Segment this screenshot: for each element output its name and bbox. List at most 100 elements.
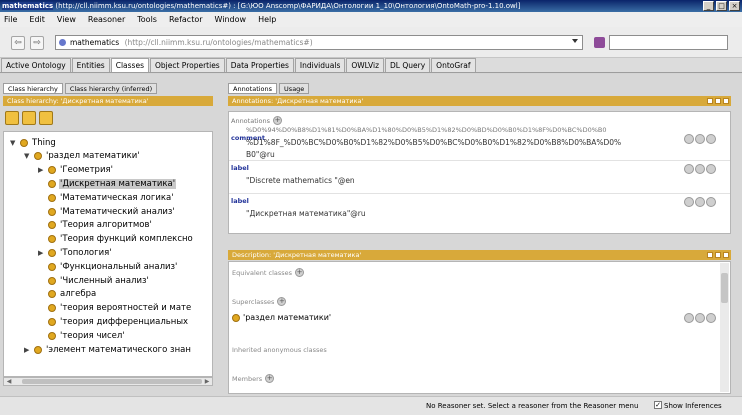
menu-reasoner[interactable]: Reasoner: [88, 15, 125, 24]
annotation-edit-icon[interactable]: [695, 134, 705, 144]
menu-file[interactable]: File: [4, 15, 17, 24]
scroll-thumb[interactable]: [22, 379, 202, 384]
tab-data-properties[interactable]: Data Properties: [225, 58, 294, 72]
menu-tools[interactable]: Tools: [137, 15, 157, 24]
menu-edit[interactable]: Edit: [29, 15, 45, 24]
tab-class-hierarchy[interactable]: Class hierarchy: [3, 83, 63, 94]
annotation-info-icon[interactable]: [684, 164, 694, 174]
annotation-edit-icon[interactable]: [695, 197, 705, 207]
superclass-edit-icon[interactable]: [695, 313, 705, 323]
search-input[interactable]: [609, 35, 728, 50]
tree-item[interactable]: ▼ 'раздел математики': [24, 150, 141, 163]
tree-item[interactable]: 'Численный анализ': [38, 274, 150, 287]
tab-ontograf[interactable]: OntoGraf: [431, 58, 476, 72]
add-superclass-icon[interactable]: +: [277, 297, 287, 306]
view-close-icon[interactable]: [723, 98, 729, 104]
annotation-info-icon[interactable]: [684, 134, 694, 144]
tree-item[interactable]: 'Математическая логика': [38, 191, 175, 204]
tree-item[interactable]: 'теория чисел': [38, 329, 126, 342]
tab-classes[interactable]: Classes: [110, 58, 149, 72]
tab-active-ontology[interactable]: Active Ontology: [1, 58, 71, 72]
tree-item[interactable]: алгебра: [38, 288, 97, 301]
tree-item[interactable]: ▶ 'Топология': [38, 246, 113, 259]
back-arrow-icon[interactable]: ⇦: [11, 36, 25, 50]
navigation-bar: ⇦ ⇨ mathematics (http://cll.niimm.ksu.ru…: [0, 27, 742, 58]
superclass-info-icon[interactable]: [684, 313, 694, 323]
superclasses-section: Superclasses +: [232, 297, 287, 306]
ontology-selector[interactable]: mathematics (http://cll.niimm.ksu.ru/ont…: [55, 35, 583, 50]
add-member-icon[interactable]: +: [265, 374, 275, 383]
add-equivalent-class-icon[interactable]: +: [295, 268, 305, 277]
tree-horizontal-scrollbar[interactable]: ◀ ▶: [3, 377, 213, 386]
annotation-edit-icon[interactable]: [695, 164, 705, 174]
view-maximize-icon[interactable]: [715, 98, 721, 104]
tab-owlviz[interactable]: OWLViz: [346, 58, 385, 72]
tree-item[interactable]: 'теория дифференциальных: [38, 315, 189, 328]
annotations-view-bar: Annotations: 'Дискретная математика': [228, 96, 731, 106]
collapsed-toggle-icon[interactable]: ▶: [38, 249, 46, 257]
tree-item-label: 'теория вероятностей и мате: [60, 303, 192, 314]
superclass-item[interactable]: 'раздел математики': [232, 313, 331, 322]
expanded-toggle-icon[interactable]: ▼: [24, 152, 32, 160]
tab-object-properties[interactable]: Object Properties: [150, 58, 225, 72]
view-close-icon[interactable]: [723, 252, 729, 258]
close-button[interactable]: ×: [729, 1, 740, 11]
add-subclass-icon[interactable]: [5, 111, 19, 125]
view-options-icon[interactable]: [707, 252, 713, 258]
add-annotation-icon[interactable]: +: [273, 116, 283, 125]
view-options-icon[interactable]: [707, 98, 713, 104]
description-view-bar: Description: 'Дискретная математика': [228, 250, 731, 260]
tab-annotations[interactable]: Annotations: [228, 83, 278, 94]
tab-usage[interactable]: Usage: [279, 83, 310, 94]
delete-class-icon[interactable]: [39, 111, 53, 125]
reasoner-status: No Reasoner set. Select a reasoner from …: [426, 402, 639, 410]
superclass-delete-icon[interactable]: [706, 313, 716, 323]
tree-item-label: Thing: [32, 137, 56, 148]
tab-entities[interactable]: Entities: [71, 58, 110, 72]
search-icon[interactable]: [594, 37, 605, 48]
tab-individuals[interactable]: Individuals: [294, 58, 346, 72]
class-icon: [48, 262, 56, 271]
description-vertical-scrollbar[interactable]: [720, 263, 729, 392]
tab-dl-query[interactable]: DL Query: [385, 58, 431, 72]
tree-item-label: 'Топология': [60, 247, 112, 258]
tree-item[interactable]: 'Дискретная математика': [38, 177, 177, 190]
annotation-delete-icon[interactable]: [706, 134, 716, 144]
collapsed-toggle-icon[interactable]: ▶: [24, 346, 32, 354]
collapsed-toggle-icon[interactable]: ▶: [38, 166, 46, 174]
annotation-info-icon[interactable]: [684, 197, 694, 207]
tree-item[interactable]: 'Функциональный анализ': [38, 260, 178, 273]
tree-item-label: 'элемент математического знан: [46, 344, 191, 355]
minimize-button[interactable]: _: [703, 1, 714, 11]
scroll-thumb[interactable]: [721, 273, 728, 303]
expanded-toggle-icon[interactable]: ▼: [10, 139, 18, 147]
annotation-delete-icon[interactable]: [706, 197, 716, 207]
class-icon: [48, 207, 56, 216]
annotation-delete-icon[interactable]: [706, 164, 716, 174]
tree-item[interactable]: ▼ Thing: [10, 136, 57, 149]
menu-help[interactable]: Help: [258, 15, 276, 24]
scroll-left-icon[interactable]: ◀: [5, 378, 13, 385]
view-maximize-icon[interactable]: [715, 252, 721, 258]
tree-item[interactable]: ▶ 'Геометрия': [38, 164, 114, 177]
forward-arrow-icon[interactable]: ⇨: [30, 36, 44, 50]
class-icon: [48, 290, 56, 299]
annotation-key: label: [231, 164, 249, 172]
tree-item[interactable]: 'теория вероятностей и мате: [38, 302, 192, 315]
scroll-right-icon[interactable]: ▶: [203, 378, 211, 385]
tab-class-hierarchy-inferred[interactable]: Class hierarchy (inferred): [64, 83, 158, 94]
menu-window[interactable]: Window: [215, 15, 247, 24]
tree-item[interactable]: ▶ 'элемент математического знан: [24, 343, 192, 356]
tree-item[interactable]: 'Теория функций комплексно: [38, 233, 194, 246]
show-inferences-checkbox[interactable]: ✓: [654, 401, 662, 409]
class-hierarchy-tree[interactable]: ▼ Thing ▼'раздел математики' ▶ 'Геометрия' 'Д…: [3, 131, 213, 377]
tree-item[interactable]: 'Теория алгоритмов': [38, 219, 153, 232]
menu-view[interactable]: View: [57, 15, 76, 24]
tree-item[interactable]: 'Математический анализ': [38, 205, 176, 218]
add-sibling-icon[interactable]: [22, 111, 36, 125]
chevron-down-icon[interactable]: [572, 39, 578, 43]
menu-refactor[interactable]: Refactor: [169, 15, 203, 24]
maximize-button[interactable]: □: [716, 1, 727, 11]
window-title-ontology: mathematics: [2, 2, 54, 10]
ontology-icon: [59, 39, 66, 46]
